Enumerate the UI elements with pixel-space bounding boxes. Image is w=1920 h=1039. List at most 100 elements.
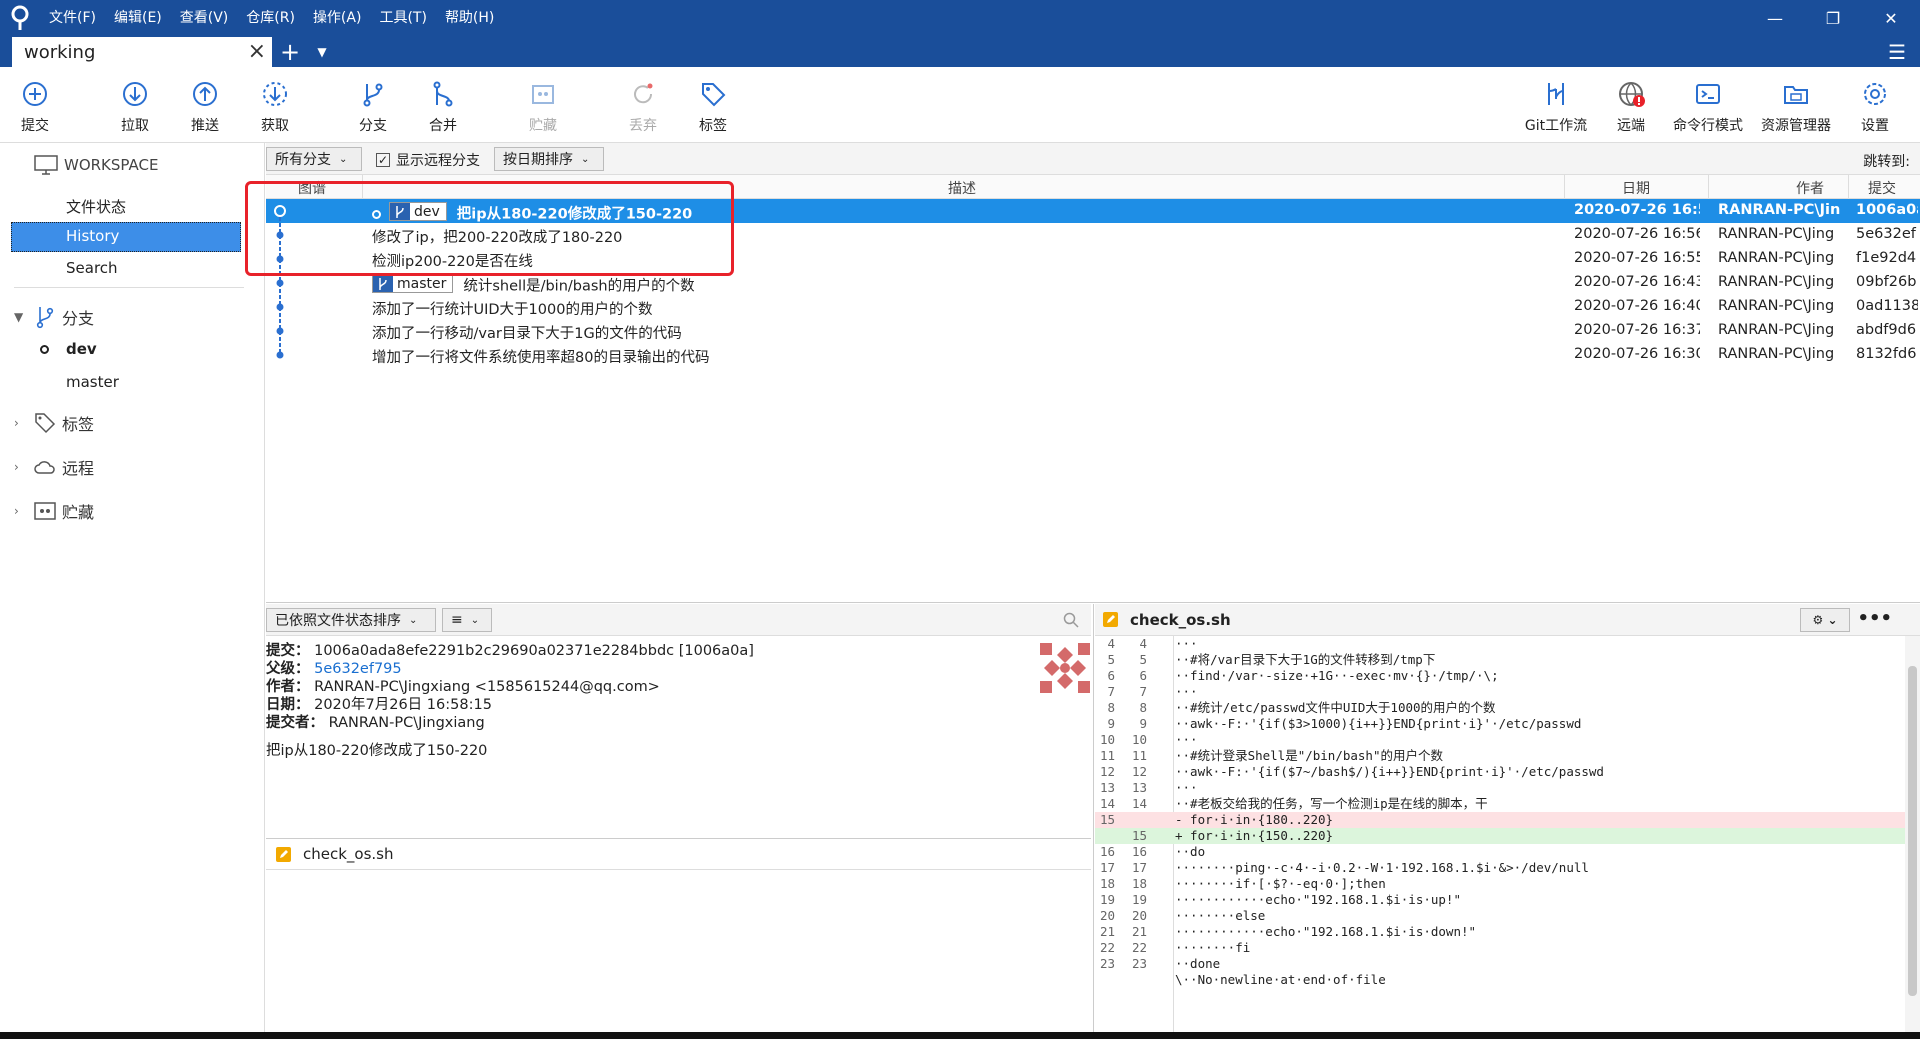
chevron-down-icon: ⌄ [409, 614, 418, 626]
settings-button[interactable]: 设置 [1840, 73, 1910, 139]
tab-dropdown-icon[interactable]: ▼ [308, 37, 336, 67]
file-sort-dropdown[interactable]: 已依照文件状态排序 ⌄ [266, 608, 436, 632]
column-date[interactable]: 日期 [1622, 178, 1650, 198]
explorer-button[interactable]: 资源管理器 [1752, 73, 1840, 139]
column-description[interactable]: 描述 [948, 178, 976, 198]
tag-icon [35, 413, 56, 434]
highlight-annotation-box [245, 181, 734, 276]
branch-button[interactable]: 分支 [338, 73, 408, 139]
menu-actions[interactable]: 操作(A) [304, 0, 371, 36]
sidebar-branch-master[interactable]: master [66, 373, 119, 391]
branch-icon [363, 83, 383, 107]
stash-icon [532, 85, 554, 104]
menu-bar: 文件(F) 编辑(E) 查看(V) 仓库(R) 操作(A) 工具(T) 帮助(H… [0, 0, 503, 36]
search-icon[interactable] [1063, 612, 1079, 628]
explorer-icon [1784, 86, 1808, 104]
sidebar-group-branches[interactable]: ▼ 分支 [14, 305, 94, 329]
commit-row[interactable]: 增加了一行将文件系统使用率超80的目录输出的代码 2020-07-26 16:3… [266, 343, 1920, 367]
graph-node [276, 327, 284, 335]
column-divider [1564, 175, 1565, 199]
commit-button[interactable]: 提交 [0, 73, 70, 139]
menu-help[interactable]: 帮助(H) [436, 0, 503, 36]
jump-to-label: 跳转到: [1863, 154, 1910, 170]
main-toolbar: 提交 拉取 推送 获取 分支 合并 贮藏 丢弃 标签 Git工作流 远端 命令行… [0, 67, 1920, 143]
pull-icon [123, 82, 147, 106]
menu-file[interactable]: 文件(F) [40, 0, 105, 36]
diff-line: 10 10 ··· [1099, 732, 1198, 747]
minimize-icon[interactable]: — [1746, 0, 1804, 36]
sidebar-divider [14, 287, 244, 288]
push-button[interactable]: 推送 [170, 73, 240, 139]
terminal-button[interactable]: 命令行模式 [1664, 73, 1752, 139]
diff-line: 4 4 ··· [1107, 636, 1198, 651]
diff-line: 16 16 ··do [1099, 844, 1206, 859]
avatar [1040, 643, 1090, 693]
discard-button[interactable]: 丢弃 [608, 73, 678, 139]
graph-node [276, 351, 284, 359]
branch-icon [373, 275, 393, 292]
sidebar-item-history[interactable]: History [66, 227, 119, 245]
horizontal-splitter[interactable] [266, 602, 1920, 603]
show-remote-checkbox[interactable]: ✓ 显示远程分支 [376, 150, 480, 170]
tag-icon [702, 83, 726, 107]
modified-file-icon [1103, 612, 1118, 627]
chevron-down-icon: ▼ [14, 310, 24, 324]
merge-button[interactable]: 合并 [408, 73, 478, 139]
sidebar-group-tags[interactable]: › 标签 [14, 411, 94, 435]
diff-options-button[interactable]: ⚙ ⌄ [1800, 608, 1850, 632]
author-line: 作者： RANRAN-PC\Jingxiang <1585615244@qq.c… [266, 679, 660, 695]
menu-view[interactable]: 查看(V) [171, 0, 238, 36]
column-author[interactable]: 作者 [1796, 178, 1824, 198]
sidebar-item-history-selected[interactable] [11, 222, 241, 252]
diff-header: check_os.sh ⚙ ⌄ ••• [1095, 604, 1920, 636]
sidebar-item-search[interactable]: Search [66, 259, 118, 277]
new-tab-icon[interactable]: + [272, 37, 308, 67]
commit-author: RANRAN-PC\Jing [1718, 226, 1835, 242]
parent-link[interactable]: 5e632ef795 [314, 661, 402, 677]
branch-icon [36, 307, 54, 329]
menu-repository[interactable]: 仓库(R) [237, 0, 304, 36]
sidebar-branch-dev[interactable]: dev [40, 340, 97, 358]
tag-button[interactable]: 标签 [678, 73, 748, 139]
commit-hash: f1e92d4 [1856, 250, 1917, 266]
sidebar: WORKSPACE 文件状态 History Search ▼ 分支 dev m… [0, 143, 265, 1033]
close-window-icon[interactable]: ✕ [1862, 0, 1920, 36]
diff-line: 20 20 ········else [1099, 908, 1266, 923]
restore-icon[interactable]: ❐ [1804, 0, 1862, 36]
pull-button[interactable]: 拉取 [100, 73, 170, 139]
commit-description: master 统计shell是/bin/bash的用户的个数 [372, 274, 952, 296]
tab-close-icon[interactable]: × [248, 39, 266, 64]
more-options-icon[interactable]: ••• [1857, 608, 1892, 629]
column-commit[interactable]: 提交 [1868, 178, 1896, 198]
menu-tools[interactable]: 工具(T) [370, 0, 435, 36]
repo-tab-working[interactable]: working × [12, 37, 272, 67]
commit-row[interactable]: 添加了一行移动/var目录下大于1G的文件的代码 2020-07-26 16:3… [266, 319, 1920, 343]
fetch-icon [263, 82, 287, 106]
sidebar-group-stashes[interactable]: › 贮藏 [14, 499, 94, 523]
commit-row[interactable]: 添加了一行统计UID大于1000的用户的个数 2020-07-26 16:40 … [266, 295, 1920, 319]
changed-file-row[interactable]: check_os.sh [266, 838, 1091, 870]
diff-scrollbar[interactable] [1905, 636, 1920, 1032]
hamburger-menu-icon[interactable]: ☰ [1888, 40, 1906, 64]
commit-date: 2020-07-26 16:40 [1574, 298, 1700, 314]
git-flow-button[interactable]: Git工作流 [1516, 73, 1596, 139]
remote-button[interactable]: 远端 [1596, 73, 1666, 139]
stash-button[interactable]: 贮藏 [508, 73, 578, 139]
sort-order-dropdown[interactable]: 按日期排序 ⌄ [494, 147, 604, 171]
chevron-down-icon: ⌄ [581, 153, 590, 165]
workspace-header: WORKSPACE [34, 155, 158, 175]
diff-view: 4 4 ··· 5 5 ··#将/var目录下大于1G的文件转移到/tmp下 6 6 ··f… [1095, 636, 1905, 1032]
sidebar-group-remotes[interactable]: › 远程 [14, 455, 94, 479]
git-flow-icon [1548, 83, 1564, 105]
fetch-button[interactable]: 获取 [240, 73, 310, 139]
commit-date: 2020-07-26 16:30 [1574, 346, 1700, 362]
vertical-splitter[interactable] [1093, 604, 1094, 1039]
sidebar-item-file-status[interactable]: 文件状态 [66, 196, 126, 217]
branch-filter-dropdown[interactable]: 所有分支 ⌄ [266, 147, 362, 171]
push-icon [193, 82, 217, 106]
scrollbar-thumb[interactable] [1908, 666, 1917, 996]
menu-edit[interactable]: 编辑(E) [105, 0, 171, 36]
view-mode-dropdown[interactable]: ≡ ⌄ [442, 608, 492, 632]
diff-line-removed: 15- for·i·in·{180..220} [1095, 812, 1905, 828]
merge-icon [433, 81, 453, 107]
